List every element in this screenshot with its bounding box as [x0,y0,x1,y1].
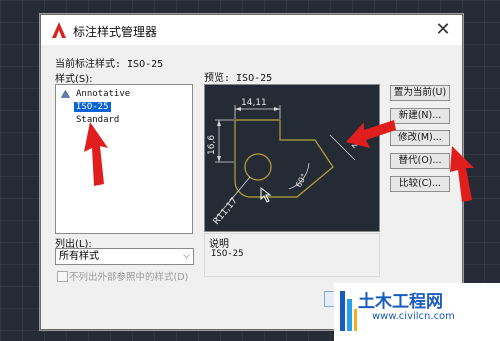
preview-label: 预览: ISO-25 [204,73,273,84]
list-filter-value: 所有样式 [59,251,99,262]
close-icon[interactable]: ✕ [432,19,454,41]
watermark-logo-icon [340,291,357,331]
styles-label: 样式(S): [55,74,93,85]
preview-drawing: 14,11 16,6 2 60° R11,17 [207,98,360,227]
annotation-arrow-icon [346,120,396,148]
preview-panel: 14,11 16,6 2 60° R11,17 [204,84,380,232]
annotative-icon [61,90,70,98]
set-current-button[interactable]: 置为当前(U) [390,85,450,101]
list-filter-select[interactable]: 所有样式 ⌵ [55,248,194,265]
watermark-title: 土木工程网 [358,292,443,312]
override-button[interactable]: 替代(O)... [390,153,450,169]
description-value: ISO-25 [211,249,244,259]
new-button[interactable]: 新建(N)... [390,108,450,124]
styles-list[interactable]: Annotative ISO-25 Standard [55,84,193,234]
title-bar: 标注样式管理器 ✕ [41,15,462,45]
compare-button[interactable]: 比较(C)... [390,176,450,192]
list-item-annotative[interactable]: Annotative [74,89,132,99]
list-item-iso25[interactable]: ISO-25 [74,102,111,112]
watermark-url: www.civilcn.com [372,311,455,322]
dim-angle-label: 60° [294,172,309,189]
window-title: 标注样式管理器 [73,25,158,39]
autocad-logo-icon [52,22,66,38]
description-group: 说明 ISO-25 [204,233,380,277]
description-label: 说明 [209,239,229,250]
chevron-down-icon: ⌵ [183,251,190,261]
dim-radius-label: R11,17 [212,196,240,227]
modify-button[interactable]: 修改(M)... [390,130,450,146]
dim-left-label: 16,6 [207,135,217,155]
current-style-label: 当前标注样式: ISO-25 [55,59,164,70]
annotation-arrow-icon [84,122,108,186]
xref-checkbox[interactable] [57,271,68,282]
dim-top-label: 14,11 [241,98,267,108]
annotation-arrow-icon [450,146,474,202]
xref-checkbox-label: 不列出外部参照中的样式(D) [69,272,189,283]
